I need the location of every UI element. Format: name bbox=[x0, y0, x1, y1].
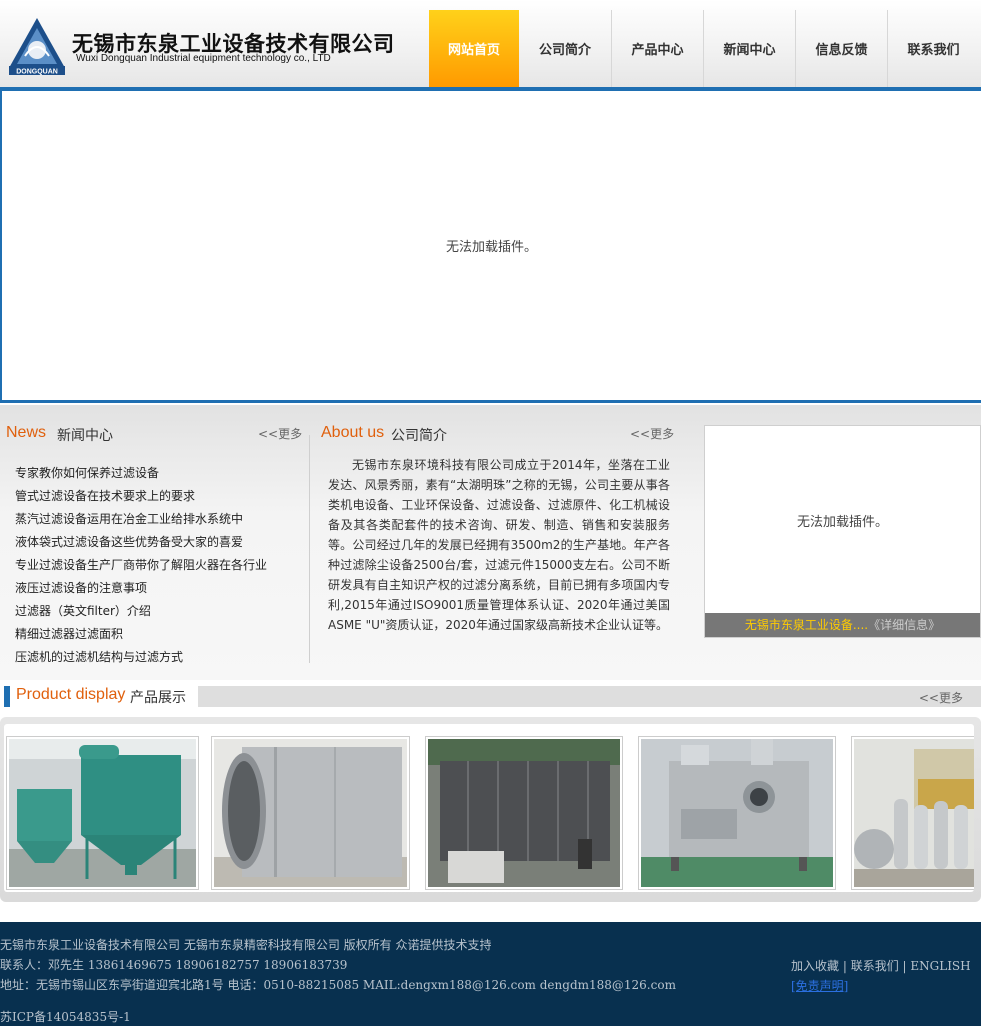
news-item[interactable]: 液压过滤设备的注意事项 bbox=[15, 577, 300, 600]
product-header-bar: <<更多 bbox=[198, 686, 981, 707]
nav-about[interactable]: 公司简介 bbox=[519, 10, 611, 87]
stainless-housing-image bbox=[214, 739, 407, 887]
nav-home[interactable]: 网站首页 bbox=[429, 10, 519, 87]
footer-copyright: 无锡市东泉工业设备技术有限公司 无锡市东泉精密科技有限公司 版权所有 众诺提供技… bbox=[0, 938, 492, 952]
about-more-link[interactable]: <<更多 bbox=[630, 425, 674, 442]
nav-products[interactable]: 产品中心 bbox=[611, 10, 703, 87]
add-favorite-link[interactable]: 加入收藏 bbox=[791, 959, 839, 973]
product-carousel bbox=[0, 717, 981, 902]
company-logo[interactable]: DONGQUAN bbox=[3, 16, 71, 76]
product-carousel-inner bbox=[4, 724, 974, 892]
content-section: News 新闻中心 <<更多 专家教你如何保养过滤设备 管式过滤设备在技术要求上… bbox=[0, 405, 981, 680]
side-caption: 无锡市东泉工业设备....《详细信息》 bbox=[705, 613, 980, 637]
column-divider bbox=[309, 435, 310, 663]
section-marker bbox=[4, 686, 10, 707]
disclaimer-link[interactable]: [免责声明] bbox=[791, 979, 848, 993]
news-item[interactable]: 管式过滤设备在技术要求上的要求 bbox=[15, 485, 300, 508]
product-title-en: Product display bbox=[16, 686, 126, 703]
product-title-cn: 产品展示 bbox=[130, 690, 186, 706]
product-thumb[interactable] bbox=[851, 736, 974, 890]
news-list: 专家教你如何保养过滤设备 管式过滤设备在技术要求上的要求 蒸汽过滤设备运用在冶金… bbox=[15, 462, 300, 669]
news-item[interactable]: 液体袋式过滤设备这些优势备受大家的喜爱 bbox=[15, 531, 300, 554]
footer-contact-link[interactable]: 联系我们 bbox=[851, 959, 899, 973]
product-thumb[interactable] bbox=[638, 736, 836, 890]
site-footer: 无锡市东泉工业设备技术有限公司 无锡市东泉精密科技有限公司 版权所有 众诺提供技… bbox=[0, 922, 981, 1026]
nav-news[interactable]: 新闻中心 bbox=[703, 10, 795, 87]
about-title-cn: 公司简介 bbox=[391, 428, 447, 444]
nav-contact[interactable]: 联系我们 bbox=[887, 10, 979, 87]
footer-address: 地址：无锡市锡山区东亭街道迎宾北路1号 电话：0510-88215085 MAI… bbox=[0, 978, 676, 992]
dust-collector-image bbox=[9, 739, 196, 887]
company-name-en: Wuxi Dongquan Industrial equipment techn… bbox=[76, 53, 331, 64]
news-item[interactable]: 蒸汽过滤设备运用在冶金工业给排水系统中 bbox=[15, 508, 300, 531]
footer-links: 加入收藏 | 联系我们 | ENGLISH [免责声明] bbox=[791, 959, 971, 993]
news-title-en: News bbox=[6, 424, 47, 441]
site-header: DONGQUAN 无锡市东泉工业设备技术有限公司 Wuxi Dongquan I… bbox=[0, 0, 981, 87]
side-caption-title[interactable]: 无锡市东泉工业设备.... bbox=[745, 618, 868, 632]
side-caption-detail[interactable]: 《详细信息》 bbox=[868, 618, 940, 632]
news-item[interactable]: 专业过滤设备生产厂商带你了解阻火器在各行业 bbox=[15, 554, 300, 577]
news-item[interactable]: 专家教你如何保养过滤设备 bbox=[15, 462, 300, 485]
news-more-link[interactable]: <<更多 bbox=[258, 425, 302, 442]
side-media-box: 无法加载插件。 无锡市东泉工业设备....《详细信息》 bbox=[704, 425, 981, 638]
side-plugin-error: 无法加载插件。 bbox=[796, 514, 888, 530]
about-paragraph: 无锡市东泉环境科技有限公司成立于2014年，坐落在工业发达、风景秀丽，素有“太湖… bbox=[328, 458, 670, 632]
product-thumb[interactable] bbox=[211, 736, 410, 890]
main-nav: 网站首页 公司简介 产品中心 新闻中心 信息反馈 联系我们 bbox=[429, 10, 979, 87]
about-title-en: About us bbox=[321, 424, 385, 441]
product-more-link[interactable]: <<更多 bbox=[919, 689, 963, 706]
news-item[interactable]: 过滤器（英文filter）介绍 bbox=[15, 600, 300, 623]
nav-feedback[interactable]: 信息反馈 bbox=[795, 10, 887, 87]
footer-contact-person: 联系人：邓先生 13861469675 18906182757 18906183… bbox=[0, 958, 348, 972]
news-title-cn: 新闻中心 bbox=[57, 428, 113, 444]
filter-housings-image bbox=[854, 739, 974, 887]
product-thumb[interactable] bbox=[425, 736, 623, 890]
news-item[interactable]: 精细过滤器过滤面积 bbox=[15, 623, 300, 646]
plugin-error-message: 无法加载插件。 bbox=[445, 240, 537, 255]
english-link[interactable]: ENGLISH bbox=[910, 959, 970, 973]
filter-tank-image bbox=[428, 739, 620, 887]
product-thumb[interactable] bbox=[6, 736, 199, 890]
self-cleaning-filter-image bbox=[641, 739, 833, 887]
banner-plugin-area: 无法加载插件。 bbox=[0, 91, 981, 403]
product-section-header: Product display 产品展示 <<更多 bbox=[4, 686, 981, 707]
svg-text:DONGQUAN: DONGQUAN bbox=[16, 69, 58, 76]
footer-icp: 苏ICP备14054835号-1 bbox=[0, 1010, 131, 1024]
news-item[interactable]: 压滤机的过滤机结构与过滤方式 bbox=[15, 646, 300, 669]
